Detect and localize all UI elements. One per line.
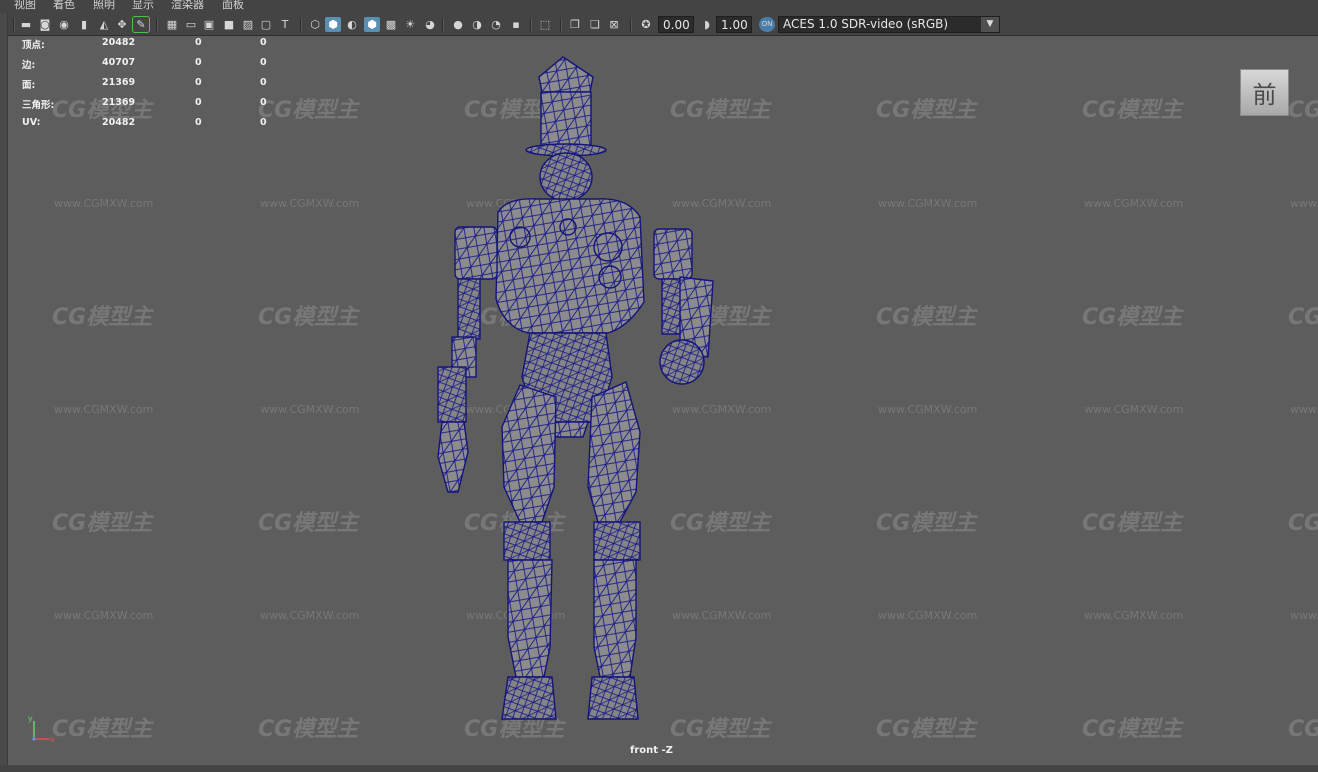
hud-value-a: 20482 xyxy=(102,37,136,48)
toolbar-separator xyxy=(13,18,15,31)
screen-space-ao-icon[interactable]: ● xyxy=(450,17,466,32)
view-transform-value: ACES 1.0 SDR-video (sRGB) xyxy=(783,17,949,31)
xray-joints-icon[interactable]: ⊠ xyxy=(606,17,622,32)
wireframe-icon[interactable]: ⬡ xyxy=(307,17,323,32)
panel-toolbar: ▬◙◉▮◭✥✎▦▭▣■▨▢T⬡⬢◐⬢▩☀◕●◑◔▪⬚❐❏⊠✪◗ON ACES 1… xyxy=(0,13,1318,36)
hud-value-b: 0 xyxy=(195,37,202,48)
toolbar-separator xyxy=(300,18,302,31)
toolbar-separator xyxy=(630,18,632,31)
camera-name-label: front -Z xyxy=(630,745,673,756)
color-management-icon[interactable]: ON xyxy=(759,17,775,32)
hud-value-a: 40707 xyxy=(102,57,136,68)
gamma-icon[interactable]: ◗ xyxy=(699,17,715,32)
toolbar-separator xyxy=(530,18,532,31)
select-camera-icon[interactable]: ▬ xyxy=(18,17,34,32)
multisample-aa-icon[interactable]: ◔ xyxy=(488,17,504,32)
viewport-front[interactable]: CG模型主CG模型主CG模型主CG模型主CG模型主CG模型主CG模型主CG模型主… xyxy=(8,37,1318,765)
exposure-icon[interactable]: ✪ xyxy=(638,17,654,32)
viewcube-label: 前 xyxy=(1252,81,1277,109)
field-chart-icon[interactable]: ▨ xyxy=(240,17,256,32)
axis-y-label: y xyxy=(28,714,33,723)
resolution-gate-icon[interactable]: ▣ xyxy=(201,17,217,32)
menu-item-0[interactable]: 视图 xyxy=(14,0,36,12)
hud-label: 面: xyxy=(22,80,36,91)
hud-value-c: 0 xyxy=(260,97,267,108)
bookmarks-icon[interactable]: ◉ xyxy=(56,17,72,32)
view-transform-dropdown[interactable]: ACES 1.0 SDR-video (sRGB) ▼ xyxy=(778,16,1000,33)
xray-icon[interactable]: ❐ xyxy=(567,17,583,32)
safe-title-icon[interactable]: T xyxy=(277,17,293,32)
axis-gizmo: y x xyxy=(28,714,55,743)
hud-value-c: 0 xyxy=(260,77,267,88)
film-gate-icon[interactable]: ▭ xyxy=(183,17,199,32)
hud-value-b: 0 xyxy=(195,77,202,88)
gamma-field[interactable] xyxy=(716,16,752,33)
menu-item-3[interactable]: 显示 xyxy=(132,0,154,12)
exposure-field[interactable] xyxy=(658,16,694,33)
isolate-select-icon[interactable]: ⬚ xyxy=(537,17,553,32)
default-material-icon[interactable]: ◐ xyxy=(344,17,360,32)
panel-bottom-edge xyxy=(0,765,1318,772)
robot-wireframe-model[interactable] xyxy=(8,37,1318,765)
hud-value-a: 20482 xyxy=(102,117,136,128)
menu-item-5[interactable]: 面板 xyxy=(222,0,244,12)
safe-action-icon[interactable]: ▢ xyxy=(258,17,274,32)
motion-blur-icon[interactable]: ◑ xyxy=(469,17,485,32)
textured-icon[interactable]: ▩ xyxy=(383,17,399,32)
viewcube-front-face[interactable]: 前 xyxy=(1240,69,1289,116)
hud-value-b: 0 xyxy=(195,57,202,68)
axis-x-label: x xyxy=(50,735,55,743)
wireframe-on-shaded-icon[interactable]: ⬢ xyxy=(364,17,380,32)
xray-active-components-icon[interactable]: ❏ xyxy=(587,17,603,32)
menu-item-2[interactable]: 照明 xyxy=(93,0,115,12)
hud-label: 顶点: xyxy=(22,40,45,51)
use-lights-icon[interactable]: ☀ xyxy=(402,17,418,32)
toolbar-separator xyxy=(156,18,158,31)
hud-value-a: 21369 xyxy=(102,77,136,88)
panel-left-edge xyxy=(0,13,8,772)
menu-bar: 视图 着色 照明 显示 渲染器 面板 xyxy=(0,0,1318,13)
hud-value-b: 0 xyxy=(195,117,202,128)
camera-attributes-icon[interactable]: ◙ xyxy=(37,17,53,32)
hud-value-c: 0 xyxy=(260,117,267,128)
hud-label: 三角形: xyxy=(22,100,55,111)
smooth-shade-icon[interactable]: ⬢ xyxy=(325,17,341,32)
hud-label: UV: xyxy=(22,117,41,128)
gate-mask-icon[interactable]: ■ xyxy=(221,17,237,32)
toolbar-separator xyxy=(442,18,444,31)
grid-icon[interactable]: ▦ xyxy=(164,17,180,32)
bookmark-flag-icon[interactable]: ▮ xyxy=(76,17,92,32)
hud-value-c: 0 xyxy=(260,57,267,68)
hud-value-b: 0 xyxy=(195,97,202,108)
hud-label: 边: xyxy=(22,60,36,71)
menu-item-4[interactable]: 渲染器 xyxy=(171,0,204,12)
shadows-icon[interactable]: ◕ xyxy=(422,17,438,32)
hud-value-a: 21369 xyxy=(102,97,136,108)
grease-pencil-icon[interactable]: ✎ xyxy=(132,16,150,33)
depth-of-field-icon[interactable]: ▪ xyxy=(508,17,524,32)
toolbar-separator xyxy=(560,18,562,31)
chevron-down-icon[interactable]: ▼ xyxy=(981,17,999,32)
2d-pan-zoom-icon[interactable]: ✥ xyxy=(114,17,130,32)
hud-value-c: 0 xyxy=(260,37,267,48)
menu-item-1[interactable]: 着色 xyxy=(53,0,75,12)
image-plane-icon[interactable]: ◭ xyxy=(96,17,112,32)
